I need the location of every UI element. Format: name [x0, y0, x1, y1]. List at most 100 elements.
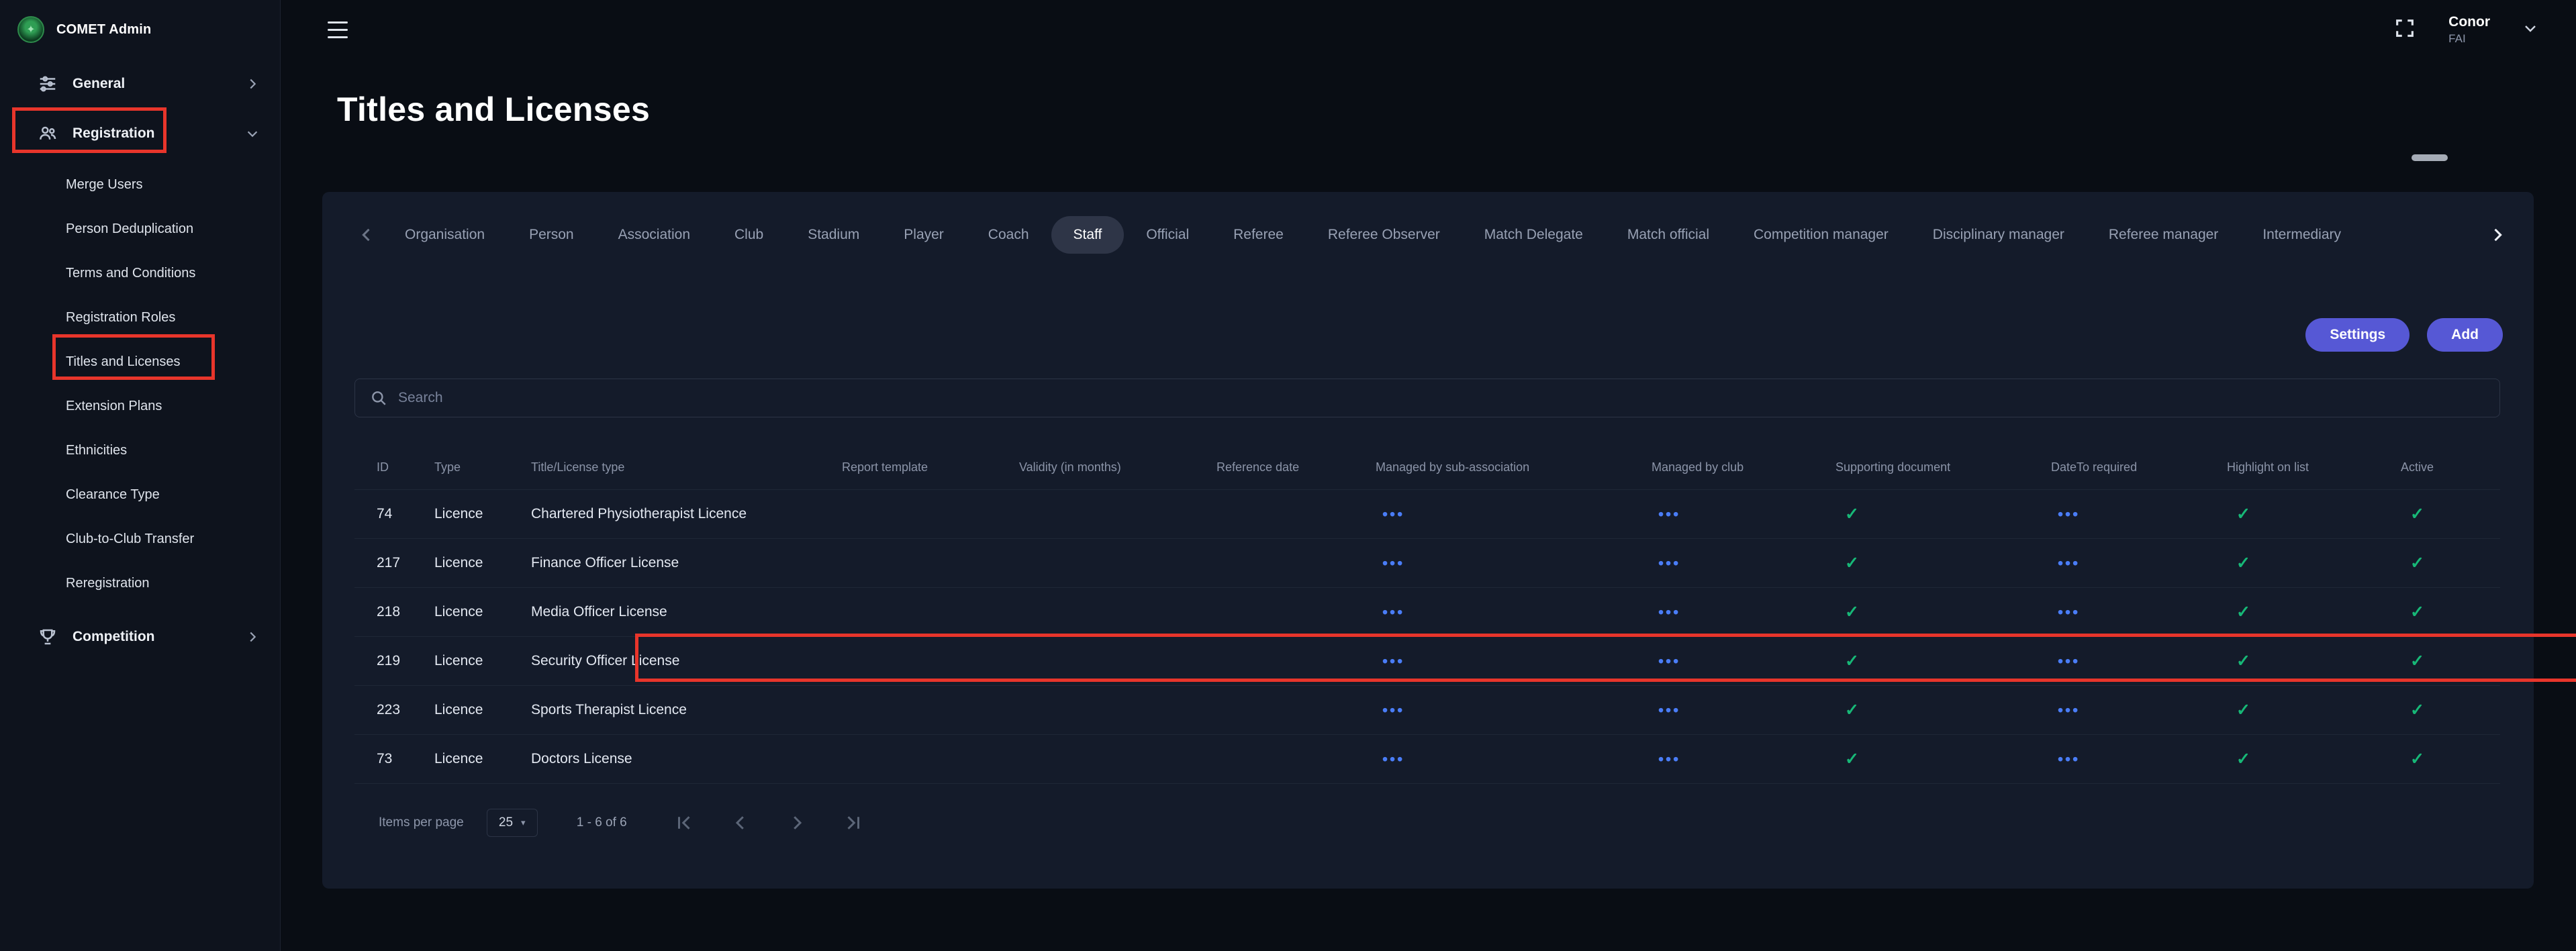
tab-association[interactable]: Association [596, 216, 712, 254]
pagination-range: 1 - 6 of 6 [577, 815, 627, 830]
highlight-on-list-check-icon: ✓ [2227, 603, 2250, 621]
cell-id: 73 [377, 751, 434, 767]
chevron-down-icon[interactable] [2522, 20, 2538, 40]
managed-by-club-menu-icon[interactable]: ••• [1652, 750, 1680, 768]
table-row[interactable]: 74 Licence Chartered Physiotherapist Lic… [354, 490, 2500, 539]
managed-by-club-menu-icon[interactable]: ••• [1652, 554, 1680, 572]
tab-player[interactable]: Player [881, 216, 966, 254]
active-check-icon: ✓ [2401, 603, 2424, 621]
managed-by-club-menu-icon[interactable]: ••• [1652, 505, 1680, 523]
sidebar: COMET Admin General Registration Merge U… [0, 0, 281, 951]
sidebar-item-general[interactable]: General [0, 59, 280, 109]
sidebar-item-terms-and-conditions[interactable]: Terms and Conditions [0, 251, 280, 295]
sidebar-item-registration[interactable]: Registration [0, 109, 280, 158]
sidebar-item-club-to-club-transfer[interactable]: Club-to-Club Transfer [0, 517, 280, 561]
tab-intermediary[interactable]: Intermediary [2240, 216, 2363, 254]
previous-page-button[interactable] [730, 813, 751, 833]
content-card: Organisation Person Association Club Sta… [322, 192, 2534, 889]
page-size-select[interactable]: 25 ▾ [487, 809, 538, 837]
sidebar-item-reregistration[interactable]: Reregistration [0, 561, 280, 605]
managed-by-sub-association-menu-icon[interactable]: ••• [1376, 505, 1404, 523]
dateto-required-menu-icon[interactable]: ••• [2051, 505, 2080, 523]
tab-club[interactable]: Club [712, 216, 785, 254]
sidebar-item-titles-and-licenses[interactable]: Titles and Licenses [0, 340, 280, 384]
tab-official[interactable]: Official [1124, 216, 1211, 254]
tab-stadium[interactable]: Stadium [785, 216, 881, 254]
add-button[interactable]: Add [2427, 318, 2503, 352]
tab-person[interactable]: Person [507, 216, 596, 254]
managed-by-club-menu-icon[interactable]: ••• [1652, 652, 1680, 670]
people-icon [38, 123, 58, 144]
table-header-row: ID Type Title/License type Report templa… [354, 446, 2500, 490]
supporting-document-check-icon: ✓ [1835, 603, 1859, 621]
managed-by-sub-association-menu-icon[interactable]: ••• [1376, 652, 1404, 670]
search-input[interactable] [398, 390, 2485, 406]
cell-title: Media Officer License [531, 604, 842, 620]
tab-competition-manager[interactable]: Competition manager [1731, 216, 1911, 254]
highlight-on-list-check-icon: ✓ [2227, 554, 2250, 572]
table-row[interactable]: 217 Licence Finance Officer License ••• … [354, 539, 2500, 588]
table-row[interactable]: 223 Licence Sports Therapist Licence •••… [354, 686, 2500, 735]
cell-id: 217 [377, 555, 434, 571]
managed-by-sub-association-menu-icon[interactable]: ••• [1376, 554, 1404, 572]
highlight-on-list-check-icon: ✓ [2227, 652, 2250, 670]
app-title: COMET Admin [56, 22, 151, 38]
tab-match-delegate[interactable]: Match Delegate [1462, 216, 1605, 254]
sidebar-item-registration-roles[interactable]: Registration Roles [0, 295, 280, 340]
dateto-required-menu-icon[interactable]: ••• [2051, 701, 2080, 719]
scrollbar-thumb[interactable] [2412, 154, 2448, 161]
table-row[interactable]: 218 Licence Media Officer License ••• ••… [354, 588, 2500, 637]
tab-referee-observer[interactable]: Referee Observer [1306, 216, 1462, 254]
sidebar-item-label: Competition [73, 629, 230, 645]
first-page-button[interactable] [674, 813, 694, 833]
sidebar-item-ethnicities[interactable]: Ethnicities [0, 428, 280, 472]
active-check-icon: ✓ [2401, 505, 2424, 523]
column-header-active: Active [2401, 460, 2500, 474]
tabs-scroll-left-icon[interactable] [350, 226, 383, 244]
managed-by-sub-association-menu-icon[interactable]: ••• [1376, 701, 1404, 719]
sidebar-item-label: General [73, 76, 230, 92]
fullscreen-icon[interactable] [2393, 17, 2416, 43]
user-menu[interactable]: Conor FAI [2448, 13, 2490, 46]
tab-referee[interactable]: Referee [1211, 216, 1306, 254]
sidebar-item-clearance-type[interactable]: Clearance Type [0, 472, 280, 517]
managed-by-club-menu-icon[interactable]: ••• [1652, 603, 1680, 621]
chevron-right-icon [245, 630, 260, 644]
tab-staff[interactable]: Staff [1051, 216, 1125, 254]
highlight-on-list-check-icon: ✓ [2227, 750, 2250, 768]
main-content: Conor FAI Titles and Licenses Organisati… [281, 0, 2576, 951]
menu-toggle-button[interactable] [324, 17, 352, 42]
table-footer: Items per page 25 ▾ 1 - 6 of 6 [354, 803, 2500, 843]
active-check-icon: ✓ [2401, 750, 2424, 768]
table-row[interactable]: 73 Licence Doctors License ••• ••• ✓ •••… [354, 735, 2500, 784]
dateto-required-menu-icon[interactable]: ••• [2051, 652, 2080, 670]
column-header-dateto-required: DateTo required [2051, 460, 2227, 474]
page-size-value: 25 [499, 815, 513, 830]
tab-coach[interactable]: Coach [966, 216, 1051, 254]
table-row[interactable]: 219 Licence Security Officer License •••… [354, 637, 2500, 686]
column-header-reference-date: Reference date [1217, 460, 1376, 474]
managed-by-club-menu-icon[interactable]: ••• [1652, 701, 1680, 719]
tab-organisation[interactable]: Organisation [383, 216, 507, 254]
active-check-icon: ✓ [2401, 701, 2424, 719]
sidebar-item-competition[interactable]: Competition [0, 612, 280, 662]
sidebar-item-merge-users[interactable]: Merge Users [0, 162, 280, 207]
chevron-down-icon: ▾ [521, 817, 526, 828]
sidebar-nav: General Registration Merge Users Person … [0, 59, 280, 662]
tab-disciplinary-manager[interactable]: Disciplinary manager [1911, 216, 2087, 254]
dateto-required-menu-icon[interactable]: ••• [2051, 603, 2080, 621]
managed-by-sub-association-menu-icon[interactable]: ••• [1376, 603, 1404, 621]
last-page-button[interactable] [843, 813, 863, 833]
sidebar-item-extension-plans[interactable]: Extension Plans [0, 384, 280, 428]
managed-by-sub-association-menu-icon[interactable]: ••• [1376, 750, 1404, 768]
dateto-required-menu-icon[interactable]: ••• [2051, 554, 2080, 572]
settings-button[interactable]: Settings [2305, 318, 2410, 352]
active-check-icon: ✓ [2401, 652, 2424, 670]
sidebar-item-label: Registration [73, 126, 230, 142]
sidebar-item-person-deduplication[interactable]: Person Deduplication [0, 207, 280, 251]
tab-referee-manager[interactable]: Referee manager [2087, 216, 2240, 254]
tabs-scroll-right-icon[interactable] [2481, 226, 2514, 244]
dateto-required-menu-icon[interactable]: ••• [2051, 750, 2080, 768]
next-page-button[interactable] [787, 813, 807, 833]
tab-match-official[interactable]: Match official [1605, 216, 1731, 254]
